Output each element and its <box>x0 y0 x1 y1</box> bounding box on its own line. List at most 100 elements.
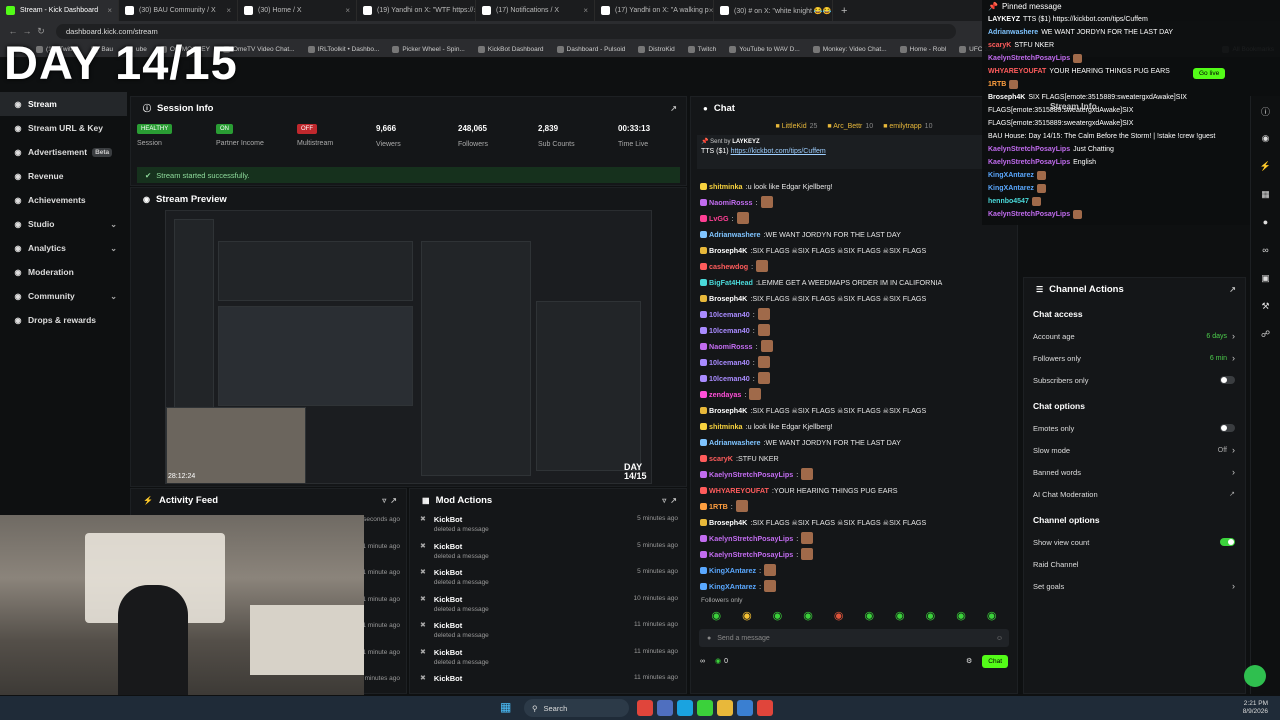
chat-username[interactable]: 10lceman40 <box>709 374 750 383</box>
bookmark-item[interactable]: Home - Robl <box>899 45 946 53</box>
emote-icon[interactable]: ◉ <box>834 609 844 623</box>
browser-tab[interactable]: (30) BAU Community / X × <box>119 0 238 21</box>
chat-username[interactable]: KingXAntarez <box>709 566 756 575</box>
document-icon[interactable]: ▦ <box>1259 189 1273 203</box>
monitor-icon[interactable]: ▣ <box>1259 273 1273 287</box>
pinned-link[interactable]: https://kickbot.com/tips/Cuffem <box>731 148 826 155</box>
new-tab-icon[interactable]: + <box>841 5 847 17</box>
chat-username[interactable]: cashewdog <box>709 262 748 271</box>
close-tab-icon[interactable]: × <box>583 6 588 15</box>
close-tab-icon[interactable]: × <box>345 6 350 15</box>
close-tab-icon[interactable]: × <box>709 6 713 15</box>
setting-slow-mode[interactable]: Slow mode Off › <box>1024 439 1245 461</box>
emote-icon[interactable]: ◉ <box>895 609 905 623</box>
chrome-icon[interactable] <box>637 700 653 716</box>
setting-value[interactable]: › <box>1227 581 1235 591</box>
sidebar-item-drops-rewards[interactable]: ◉ Drops & rewards <box>0 308 127 332</box>
sidebar-item-community[interactable]: ◉ Community ⌄ <box>0 284 127 308</box>
back-icon[interactable]: ← <box>6 26 20 36</box>
chat-username[interactable]: Adrianwashere <box>709 230 761 239</box>
bookmark-item[interactable]: DistroKid <box>638 45 675 53</box>
setting-raid-channel[interactable]: Raid Channel <box>1024 553 1245 575</box>
browser-tab[interactable]: (30) # on X: "white knight 😂😂× <box>714 0 833 21</box>
chat-username[interactable]: Broseph4K <box>709 518 747 527</box>
bookmark-item[interactable]: IRLToolkit • Dashbo... <box>307 45 379 53</box>
emoji-icon[interactable]: ☺ <box>996 635 1003 642</box>
setting-subscribers-only[interactable]: Subscribers only <box>1024 369 1245 391</box>
chevron-down-icon[interactable]: ⌄ <box>110 220 117 229</box>
chat-username[interactable]: 10lceman40 <box>709 326 750 335</box>
bookmark-item[interactable]: KickBot Dashboard <box>477 45 544 53</box>
chat-username[interactable]: shitminka <box>709 422 743 431</box>
chat-username[interactable]: KaelynStretchPosayLips <box>709 550 793 559</box>
kick-app-icon[interactable] <box>697 700 713 716</box>
external-link-icon[interactable]: ↗ <box>1229 490 1235 498</box>
toggle-switch[interactable] <box>1220 424 1235 432</box>
chevron-down-icon[interactable]: ⌄ <box>110 244 117 253</box>
setting-value[interactable]: › <box>1227 467 1235 477</box>
setting-ai-chat-moderation[interactable]: AI Chat Moderation ↗ <box>1024 483 1245 505</box>
setting-value[interactable]: 6 min › <box>1210 353 1235 363</box>
bookmark-item[interactable]: Monkey: Video Chat... <box>812 45 887 53</box>
top-gifter[interactable]: ■ emilytrapp 10 <box>883 123 932 130</box>
reload-icon[interactable]: ↻ <box>34 26 48 37</box>
chat-username[interactable]: scaryK <box>709 454 733 463</box>
chat-input[interactable]: ● Send a message ☺ <box>699 629 1009 647</box>
close-tab-icon[interactable]: × <box>226 6 231 15</box>
emote-icon[interactable]: ◉ <box>742 609 752 623</box>
browser-tab[interactable]: Stream - Kick Dashboard × <box>0 0 119 21</box>
chat-username[interactable]: LvGG <box>709 214 729 223</box>
popout-icon[interactable]: ↗ <box>1229 285 1236 294</box>
setting-banned-words[interactable]: Banned words › <box>1024 461 1245 483</box>
toggle-switch[interactable] <box>1220 376 1235 384</box>
chat-username[interactable]: Broseph4K <box>709 406 747 415</box>
emote-icon[interactable]: ◉ <box>926 609 936 623</box>
app-icon[interactable] <box>677 700 693 716</box>
popout-icon[interactable]: ↗ <box>670 104 677 113</box>
clock[interactable]: 2:21 PM 8/9/2026 <box>1243 700 1268 716</box>
start-icon[interactable]: ▦ <box>500 700 516 716</box>
info-icon[interactable]: ⓘ <box>1259 105 1273 119</box>
setting-account-age[interactable]: Account age 6 days › <box>1024 325 1245 347</box>
chat-username[interactable]: KingXAntarez <box>709 582 756 591</box>
emote-icon[interactable]: ◉ <box>864 609 874 623</box>
chat-username[interactable]: 10lceman40 <box>709 310 750 319</box>
chat-username[interactable]: 1RTB <box>709 502 728 511</box>
chat-username[interactable]: BigFat4Head <box>709 278 753 287</box>
chat-username[interactable]: Adrianwashere <box>709 438 761 447</box>
sidebar-item-advertisement[interactable]: ◉ Advertisement Beta <box>0 140 127 164</box>
setting-value[interactable]: 6 days › <box>1206 331 1235 341</box>
chat-username[interactable]: KaelynStretchPosayLips <box>709 470 793 479</box>
browser-tab[interactable]: (19) Yandhi on X: "WTF https://× <box>357 0 476 21</box>
sidebar-item-stream[interactable]: ◉ Stream <box>0 92 127 116</box>
setting-show-view-count[interactable]: Show view count <box>1024 531 1245 553</box>
wrench-icon[interactable]: ⚒ <box>1259 301 1273 315</box>
forward-icon[interactable]: → <box>20 26 34 36</box>
sidebar-item-achievements[interactable]: ◉ Achievements <box>0 188 127 212</box>
link-icon[interactable]: ∞ <box>1259 245 1273 259</box>
chat-username[interactable]: NaomiRosss <box>709 198 753 207</box>
emote-icon[interactable]: ◉ <box>987 609 997 623</box>
chrome-icon[interactable] <box>757 700 773 716</box>
app-icon[interactable] <box>657 700 673 716</box>
close-tab-icon[interactable]: × <box>831 6 832 15</box>
filter-icon[interactable]: ▿ <box>382 496 386 505</box>
sidebar-item-revenue[interactable]: ◉ Revenue <box>0 164 127 188</box>
setting-followers-only[interactable]: Followers only 6 min › <box>1024 347 1245 369</box>
emote-icon[interactable]: ◉ <box>803 609 813 623</box>
close-tab-icon[interactable]: × <box>107 6 112 15</box>
bookmark-item[interactable]: YouTube to WAV D... <box>729 45 800 53</box>
chat-username[interactable]: zendayas <box>709 390 741 399</box>
chat-username[interactable]: Broseph4K <box>709 246 747 255</box>
sidebar-item-analytics[interactable]: ◉ Analytics ⌄ <box>0 236 127 260</box>
bookmark-item[interactable]: Picker Wheel - Spin... <box>392 45 465 53</box>
settings-gear-icon[interactable]: ⚙ <box>966 657 972 665</box>
send-chat-button[interactable]: Chat <box>982 654 1008 668</box>
toggle-switch[interactable] <box>1220 538 1235 546</box>
browser-tab[interactable]: (17) Yandhi on X: "A walking p × <box>595 0 714 21</box>
setting-set-goals[interactable]: Set goals › <box>1024 575 1245 597</box>
go-live-button[interactable]: Go live <box>1193 68 1226 79</box>
bookmark-item[interactable]: Twitch <box>687 45 716 53</box>
chat-username[interactable]: WHYAREYOUFAT <box>709 486 769 495</box>
browser-tab[interactable]: (30) Home / X × <box>238 0 357 21</box>
